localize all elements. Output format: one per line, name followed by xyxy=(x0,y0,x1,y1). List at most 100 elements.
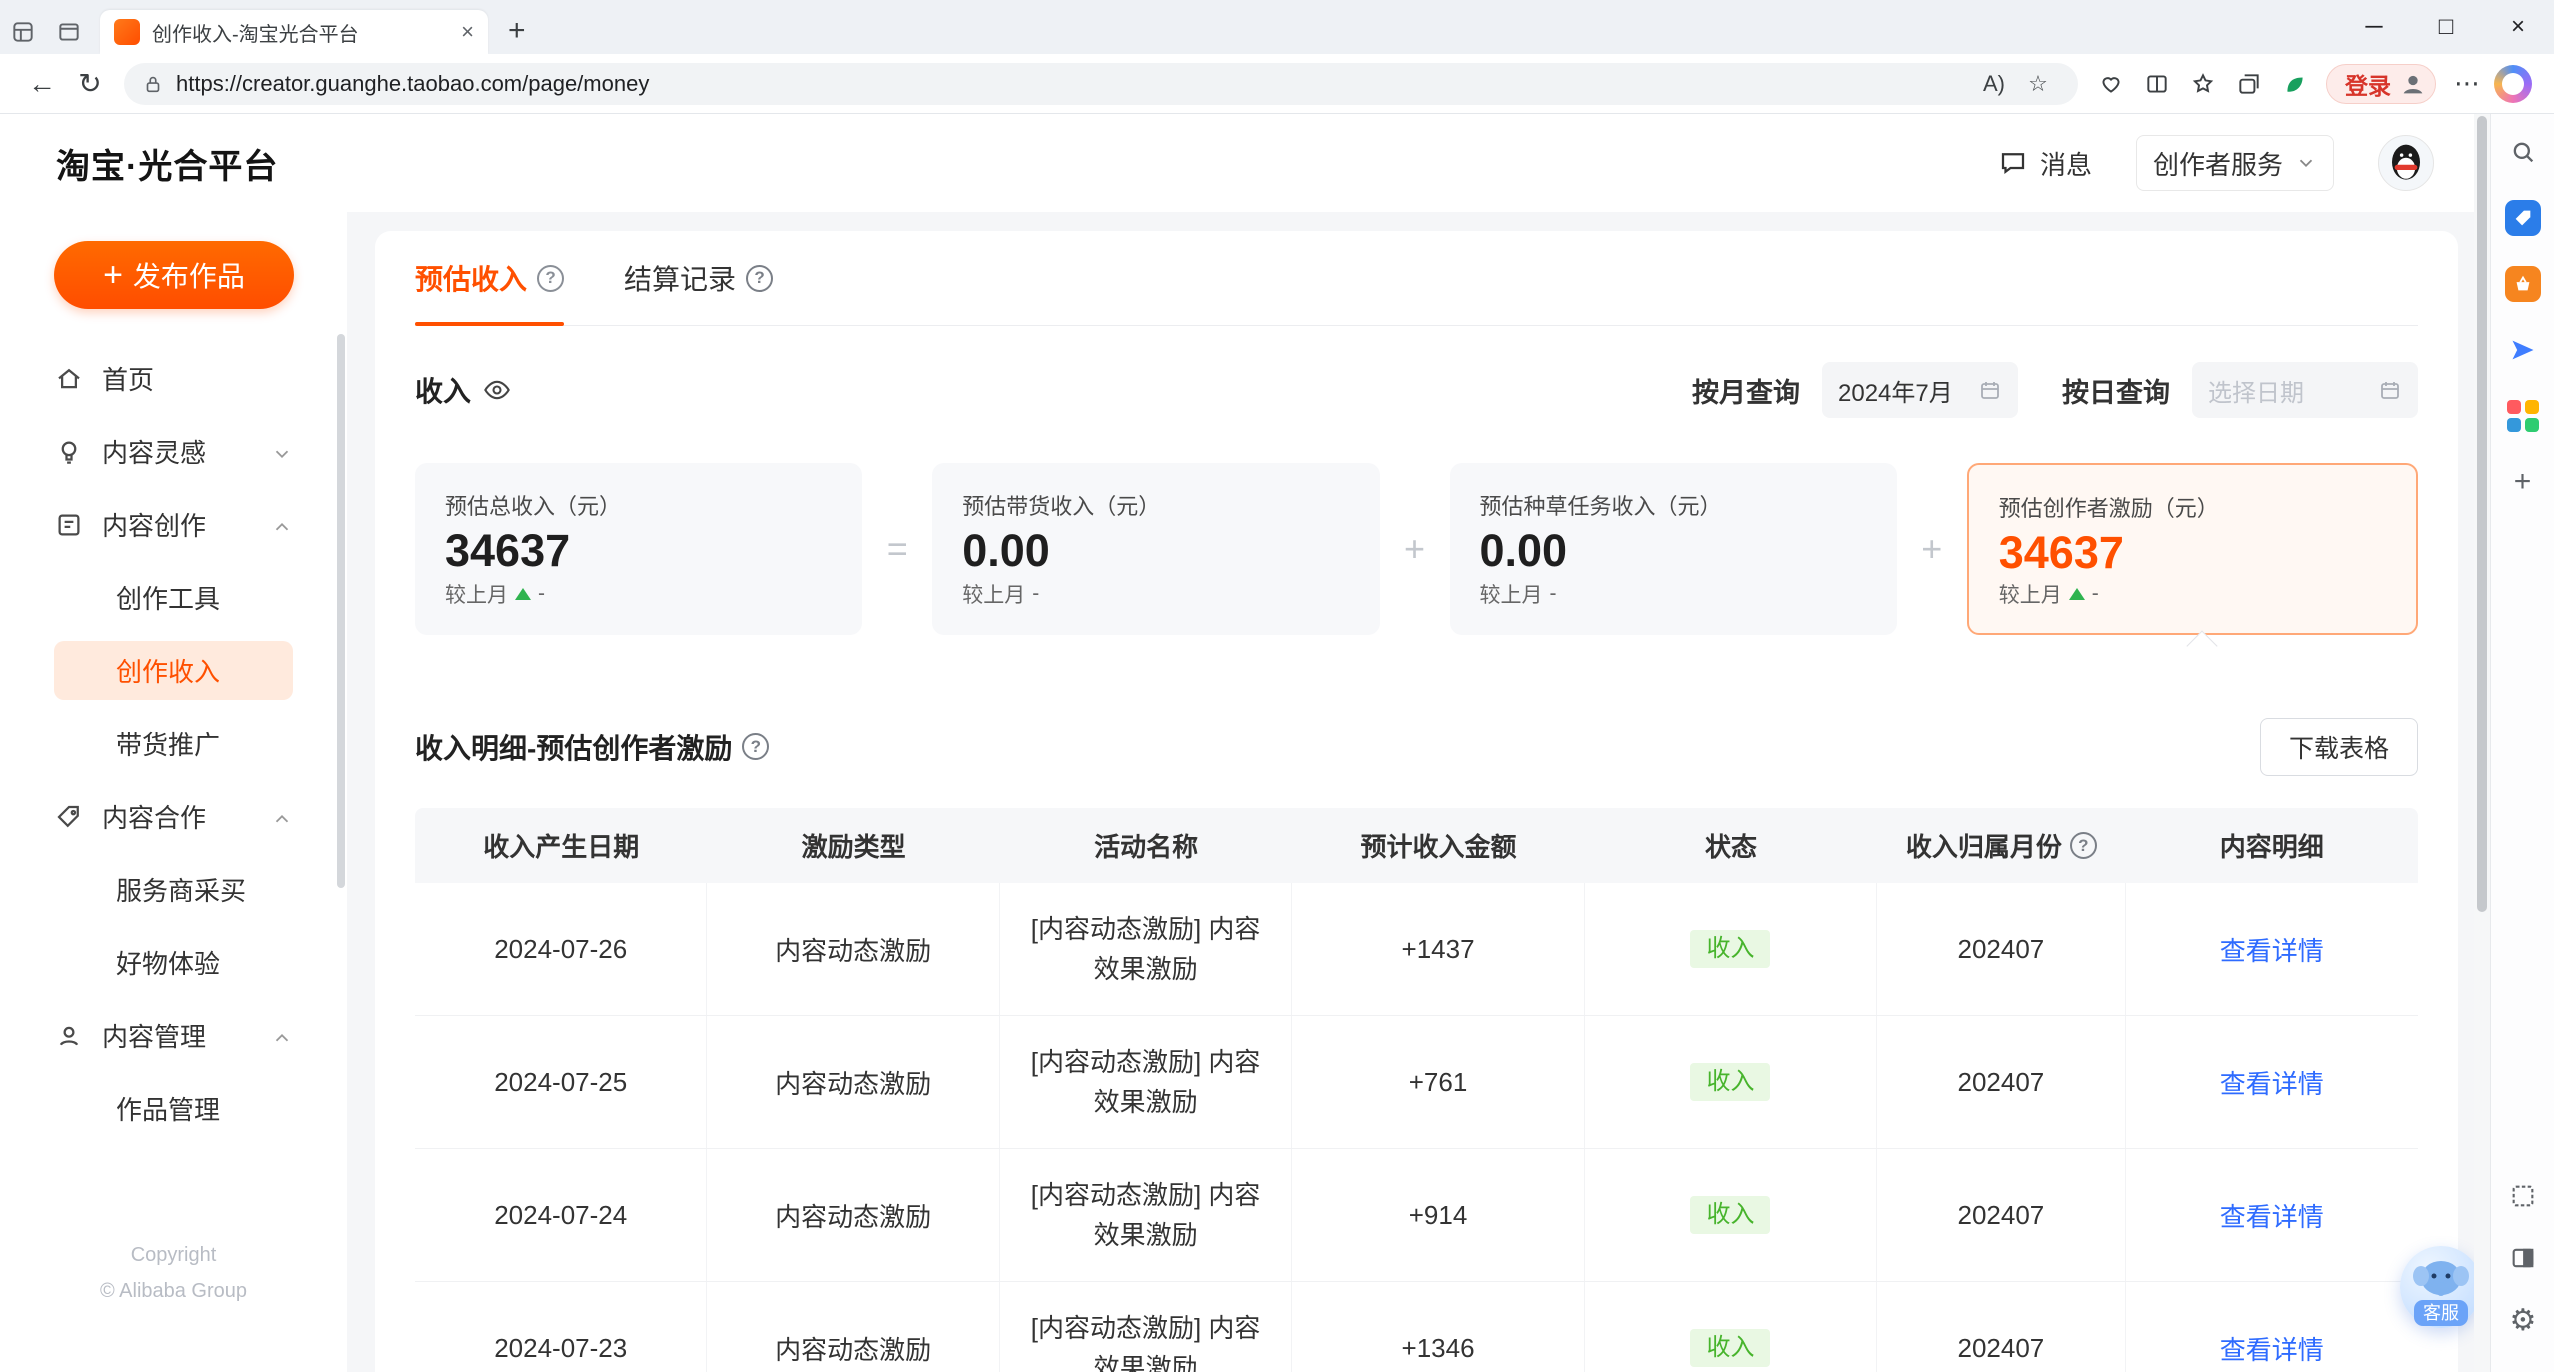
sidebar-item-creation-income[interactable]: 创作收入 xyxy=(0,634,347,707)
login-button[interactable]: 登录 xyxy=(2326,63,2436,104)
creator-service-dropdown[interactable]: 创作者服务 xyxy=(2136,135,2334,191)
publish-work-label: 发布作品 xyxy=(132,261,245,292)
browser-essentials-icon[interactable] xyxy=(2088,61,2134,107)
sidebar-tools-icon[interactable] xyxy=(2497,258,2549,310)
table-row: 2024-07-25 内容动态激励 [内容动态激励] 内容效果激励 +761 收… xyxy=(415,1016,2418,1149)
collections-icon[interactable] xyxy=(2226,61,2272,107)
question-icon[interactable]: ? xyxy=(2069,832,2097,859)
sidebar-item-work-management[interactable]: 作品管理 xyxy=(0,1072,347,1145)
layout-panel-icon[interactable] xyxy=(2497,1232,2549,1284)
shopping-leaf-icon[interactable] xyxy=(2272,61,2318,107)
up-triangle-icon xyxy=(2068,588,2085,600)
question-icon[interactable]: ? xyxy=(537,264,565,292)
profile-icon xyxy=(2403,75,2423,93)
settings-gear-icon[interactable]: ⚙ xyxy=(2497,1294,2549,1346)
home-icon xyxy=(54,364,84,394)
scrollbar-thumb[interactable] xyxy=(2477,116,2487,912)
up-triangle-icon xyxy=(515,588,531,600)
plus-operator: + xyxy=(1921,528,1943,569)
tab-estimated-income[interactable]: 预估收入 ? xyxy=(415,231,565,326)
browser-tab[interactable]: 创作收入-淘宝光合平台 × xyxy=(100,10,488,54)
sidebar-add-icon[interactable]: + xyxy=(2497,456,2549,508)
stat-card-creator-incentive[interactable]: 预估创作者激励（元） 34637 较上月 - xyxy=(1966,463,2418,635)
content-tabs: 预估收入 ? 结算记录 ? xyxy=(415,231,2418,326)
question-icon[interactable]: ? xyxy=(746,264,774,292)
sidebar-send-icon[interactable] xyxy=(2497,324,2549,376)
stat-card-total-income: 预估总收入（元） 34637 较上月 - xyxy=(415,463,863,635)
read-aloud-icon[interactable]: A) xyxy=(1972,71,2016,97)
tab-settlement-record[interactable]: 结算记录 ? xyxy=(624,231,774,325)
favorite-icon[interactable]: ☆ xyxy=(2016,71,2060,97)
mascot-icon xyxy=(2413,1261,2469,1296)
sidebar-item-promotion[interactable]: 带货推广 xyxy=(0,707,347,780)
sidebar-item-creation-tools[interactable]: 创作工具 xyxy=(0,561,347,634)
detail-section-title: 收入明细-预估创作者激励 ? xyxy=(415,727,770,767)
screenshot-icon[interactable] xyxy=(2497,1170,2549,1222)
sidebar-item-inspiration[interactable]: 内容灵感 xyxy=(0,415,347,488)
close-button[interactable]: × xyxy=(2482,0,2554,54)
chevron-up-icon xyxy=(271,514,293,536)
sidebar-bottom-tools: ⚙ xyxy=(2491,1170,2554,1356)
sidebar-item-cooperation[interactable]: 内容合作 xyxy=(0,780,347,853)
chevron-up-icon xyxy=(271,806,293,828)
download-table-button[interactable]: 下载表格 xyxy=(2259,717,2418,776)
tab-title: 创作收入-淘宝光合平台 xyxy=(152,23,359,46)
copilot-icon[interactable] xyxy=(2494,64,2532,103)
sidebar-item-product-trial[interactable]: 好物体验 xyxy=(0,926,347,999)
status-badge: 收入 xyxy=(1690,1329,1771,1367)
main-content: 预估收入 ? 结算记录 ? 收入 按月查询 2024年7月 按日查询 选择日期 … xyxy=(375,231,2458,1372)
tab-favicon xyxy=(114,19,140,45)
calendar-icon xyxy=(2381,382,2399,399)
view-details-link[interactable]: 查看详情 xyxy=(2220,1197,2324,1234)
day-picker-input[interactable]: 选择日期 xyxy=(2192,362,2418,418)
eye-icon[interactable] xyxy=(483,376,511,404)
customer-service-button[interactable]: 客服 xyxy=(2400,1246,2482,1328)
view-details-link[interactable]: 查看详情 xyxy=(2220,1330,2324,1367)
callout-notch xyxy=(2186,630,2218,662)
income-detail-table: 收入产生日期 激励类型 活动名称 预计收入金额 状态 收入归属月份 ? 内容明细… xyxy=(415,808,2418,1372)
publish-work-button[interactable]: + 发布作品 xyxy=(54,241,294,309)
income-section-label: 收入 xyxy=(415,370,511,410)
lock-icon xyxy=(146,76,160,92)
chevron-up-icon xyxy=(271,1025,293,1047)
sidebar-item-home[interactable]: 首页 xyxy=(0,342,347,415)
address-bar[interactable]: https://creator.guanghe.taobao.com/page/… xyxy=(124,62,2078,105)
sidebar-apps-icon[interactable] xyxy=(2497,390,2549,442)
minimize-button[interactable]: ─ xyxy=(2338,0,2410,54)
month-picker-input[interactable]: 2024年7月 xyxy=(1822,362,2018,418)
back-icon[interactable]: ← xyxy=(18,68,66,100)
refresh-icon[interactable]: ↻ xyxy=(66,67,114,100)
sidebar-item-creation[interactable]: 内容创作 xyxy=(0,488,347,561)
messages-button[interactable]: 消息 xyxy=(1998,145,2092,182)
table-row: 2024-07-23 内容动态激励 [内容动态激励] 内容效果激励 +1346 … xyxy=(415,1282,2418,1372)
tab-strip: 创作收入-淘宝光合平台 × + ─ □ × xyxy=(0,0,2554,54)
sidebar-scrollbar[interactable] xyxy=(337,334,345,888)
sidebar-search-icon[interactable] xyxy=(2497,126,2549,178)
cooperation-icon xyxy=(54,802,84,832)
status-badge: 收入 xyxy=(1690,930,1771,968)
sidebar-item-management[interactable]: 内容管理 xyxy=(0,999,347,1072)
split-screen-icon[interactable] xyxy=(2134,61,2180,107)
sidebar: + 发布作品 首页 内容灵感 内容创作 创作工具 创作收入 带货推广 内容合作 … xyxy=(0,212,347,1372)
new-tab-button[interactable]: + xyxy=(508,14,526,48)
tab-search-icon[interactable] xyxy=(46,10,92,54)
sidebar-item-service-purchase[interactable]: 服务商采买 xyxy=(0,853,347,926)
browser-window: 创作收入-淘宝光合平台 × + ─ □ × ← ↻ https://creato… xyxy=(0,0,2554,1372)
view-details-link[interactable]: 查看详情 xyxy=(2220,1064,2324,1101)
status-badge: 收入 xyxy=(1690,1196,1771,1234)
more-menu-icon[interactable]: ⋯ xyxy=(2444,61,2490,107)
workspaces-icon[interactable] xyxy=(0,10,46,54)
sidebar-shopping-icon[interactable] xyxy=(2497,192,2549,244)
tab-close-icon[interactable]: × xyxy=(461,19,474,45)
question-icon[interactable]: ? xyxy=(742,733,770,760)
month-attribution-header: 收入归属月份 ? xyxy=(1877,808,2125,883)
favorites-bar-icon[interactable] xyxy=(2180,61,2226,107)
page-scrollbar[interactable] xyxy=(2474,114,2490,1372)
table-row: 2024-07-24 内容动态激励 [内容动态激励] 内容效果激励 +914 收… xyxy=(415,1149,2418,1282)
url-text[interactable]: https://creator.guanghe.taobao.com/page/… xyxy=(176,71,1972,97)
customer-service-label: 客服 xyxy=(2414,1300,2468,1326)
user-avatar[interactable] xyxy=(2378,135,2434,191)
maximize-button[interactable]: □ xyxy=(2410,0,2482,54)
view-details-link[interactable]: 查看详情 xyxy=(2220,931,2324,968)
messages-label: 消息 xyxy=(2039,149,2092,180)
